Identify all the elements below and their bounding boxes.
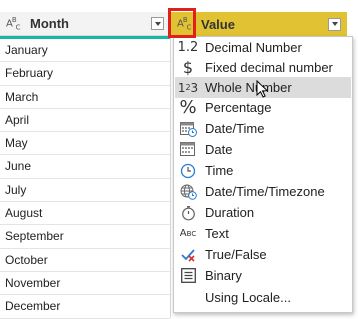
clock-icon xyxy=(177,160,199,181)
table-row[interactable]: December xyxy=(0,295,170,319)
table-row[interactable]: May xyxy=(0,132,170,156)
menu-item-date-time-timezone[interactable]: Date/Time/Timezone xyxy=(175,181,351,202)
menu-item-percentage[interactable]: % Percentage xyxy=(175,97,351,118)
chevron-down-icon xyxy=(154,21,161,26)
globe-clock-icon xyxy=(177,181,199,202)
stopwatch-icon xyxy=(177,202,199,223)
menu-item-true-false[interactable]: True/False xyxy=(175,244,351,265)
column-filter-button[interactable] xyxy=(151,17,164,30)
table-row[interactable]: March xyxy=(0,86,170,109)
table-row[interactable]: September xyxy=(0,225,170,249)
highlight-box xyxy=(168,8,196,38)
column-header-month[interactable]: ABC Month xyxy=(0,12,170,36)
mouse-cursor-icon xyxy=(256,80,268,98)
column-title: Month xyxy=(30,16,69,31)
menu-item-decimal-number[interactable]: 1.2 Decimal Number xyxy=(175,37,351,58)
column-divider xyxy=(170,12,171,318)
binary-icon xyxy=(177,265,199,286)
dollar-icon: $ xyxy=(182,58,194,77)
column-filter-button[interactable] xyxy=(328,17,341,31)
table-row[interactable]: November xyxy=(0,272,170,296)
text-type-icon: ABC xyxy=(179,228,197,239)
menu-item-date-time[interactable]: Date/Time xyxy=(175,118,351,139)
menu-item-fixed-decimal[interactable]: $ Fixed decimal number xyxy=(175,57,351,78)
table-row[interactable]: June xyxy=(0,155,170,179)
menu-item-binary[interactable]: Binary xyxy=(175,265,351,286)
percent-icon: % xyxy=(179,97,197,118)
table-row[interactable]: October xyxy=(0,249,170,272)
menu-item-duration[interactable]: Duration xyxy=(175,202,351,223)
menu-item-date[interactable]: Date xyxy=(175,139,351,160)
table-row[interactable]: August xyxy=(0,202,170,226)
whole-number-icon: 123 xyxy=(177,80,199,95)
column-title: Value xyxy=(201,16,235,32)
menu-item-text[interactable]: ABC Text xyxy=(175,223,351,244)
chevron-down-icon xyxy=(331,22,338,26)
data-type-menu: 1.2 Decimal Number $ Fixed decimal numbe… xyxy=(173,36,353,313)
table-row[interactable]: July xyxy=(0,179,170,203)
table-row[interactable]: April xyxy=(0,109,170,133)
text-type-icon[interactable]: ABC xyxy=(6,16,28,31)
decimal-number-icon: 1.2 xyxy=(177,40,199,55)
table-row[interactable]: January xyxy=(0,39,170,63)
calendar-icon xyxy=(177,139,199,160)
calendar-clock-icon xyxy=(177,118,199,139)
true-false-icon xyxy=(177,244,199,265)
menu-item-time[interactable]: Time xyxy=(175,160,351,181)
menu-item-using-locale[interactable]: Using Locale... xyxy=(175,287,351,308)
month-column-cells: January February March April May June Ju… xyxy=(0,39,170,319)
table-row[interactable]: February xyxy=(0,62,170,86)
column-header-value[interactable]: ABC Value xyxy=(171,12,347,36)
menu-icon-spacer xyxy=(177,287,199,308)
